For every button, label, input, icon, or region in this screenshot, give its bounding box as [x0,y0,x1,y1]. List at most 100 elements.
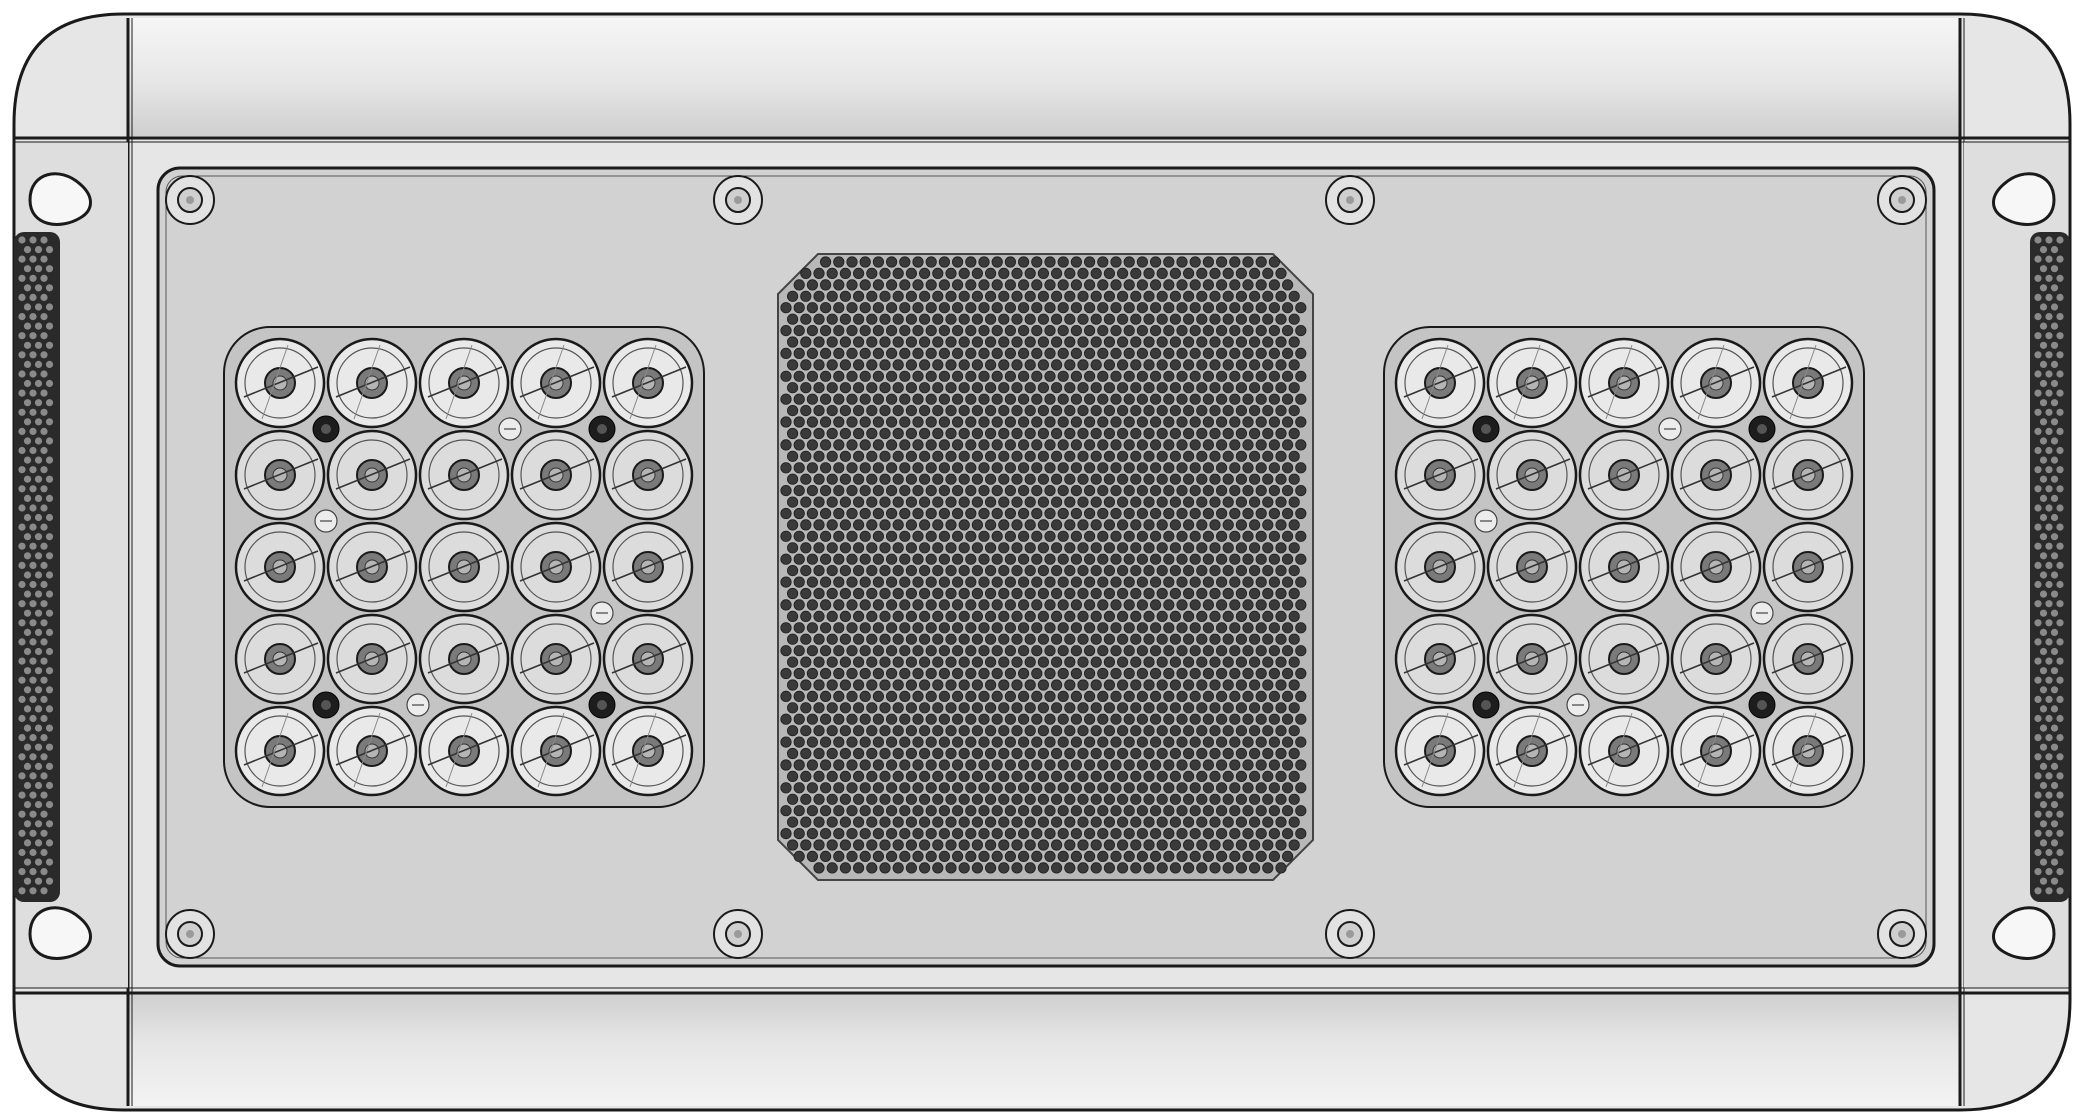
grille-hole [965,690,977,703]
grille-hole [800,313,812,325]
grille-hole [1011,725,1023,737]
grille-hole [1262,290,1274,302]
grille-hole [1097,507,1109,520]
vent-hole [34,743,43,751]
vent-hole [29,255,37,263]
grille-hole [892,679,904,691]
grille-hole [1229,324,1241,337]
grille-hole [786,656,799,668]
grille-hole [905,336,918,348]
grille-hole [1268,736,1281,748]
grille-hole [1229,690,1241,703]
grille-hole [1229,256,1241,268]
vent-hole [2056,389,2064,397]
grille-hole [1097,713,1109,725]
vent-hole [40,810,48,818]
grille-hole [991,530,1003,542]
vent-hole [2045,695,2053,704]
grille-hole [1282,576,1294,588]
grille-hole [1064,359,1076,371]
grille-hole [1136,393,1149,405]
grille-hole [859,645,871,657]
grille-hole [1156,496,1168,508]
grille-hole [1202,507,1215,520]
grille-hole [1196,290,1208,302]
grille-hole [1057,736,1069,748]
vent-hole [2039,724,2048,732]
led-array-left [223,326,705,808]
grille-hole [1163,347,1175,359]
grille-hole [1255,324,1267,337]
grille-hole [1235,542,1248,554]
vent-hole [2045,542,2053,550]
grille-hole [945,542,957,554]
grille-hole [918,290,931,302]
grille-hole [1183,793,1195,805]
grille-hole [839,862,852,874]
grille-hole [1275,610,1287,623]
vent-hole [18,561,26,570]
grille-hole [984,450,997,462]
grille-hole [800,404,812,417]
grille-hole [1216,462,1228,474]
grille-hole [1031,553,1043,565]
grille-hole [905,382,918,394]
grille-hole [892,336,904,348]
grille-hole [1044,599,1056,611]
grille-hole [1262,382,1274,394]
grille-hole [1242,576,1254,588]
grille-hole [1209,496,1221,508]
grille-hole [1070,256,1083,268]
vent-hole [2050,858,2059,866]
grille-hole [786,290,799,302]
grille-hole [1057,576,1069,588]
grille-hole [1275,290,1287,302]
grille-hole [1064,382,1076,394]
grille-hole [1229,416,1241,428]
grille-hole [885,279,898,291]
grille-hole [839,519,852,531]
grille-hole [846,462,858,474]
grille-hole [892,656,904,668]
grille-hole [786,564,799,577]
led-lens [1486,429,1578,521]
grille-hole [945,359,957,371]
mount-screw-center [321,700,331,710]
grille-hole [1255,599,1267,611]
grille-hole [852,564,865,577]
grille-hole [819,279,832,291]
grille-hole [998,747,1010,760]
grille-hole [951,324,964,337]
grille-hole [1176,622,1188,634]
vent-hole [2039,265,2048,273]
grille-hole [1070,827,1083,840]
grille-hole [1295,347,1307,359]
grille-hole [819,416,832,428]
grille-hole [780,667,792,680]
grille-hole [1222,770,1234,783]
grille-hole [918,610,931,623]
grille-hole [833,553,845,565]
vent-hole [29,370,37,378]
grille-hole [1064,633,1076,645]
grille-hole [1130,336,1142,348]
vent-hole [2056,561,2064,570]
grille-hole [780,645,792,657]
grille-hole [826,359,838,371]
grille-hole [852,587,865,600]
vent-hole [29,848,37,857]
grille-hole [1163,713,1175,725]
vent-hole [29,389,37,397]
grille-hole [1183,382,1195,394]
grille-hole [1130,747,1142,760]
grille-hole [1275,473,1287,485]
grille-hole [819,370,832,382]
vent-hole [2056,810,2064,818]
grille-hole [1057,279,1069,291]
grille-hole [1196,725,1208,737]
grille-hole [833,416,845,428]
grille-hole [1011,747,1023,760]
grille-hole [872,645,885,657]
led-lens [234,337,326,429]
vent-hole [2045,657,2053,665]
